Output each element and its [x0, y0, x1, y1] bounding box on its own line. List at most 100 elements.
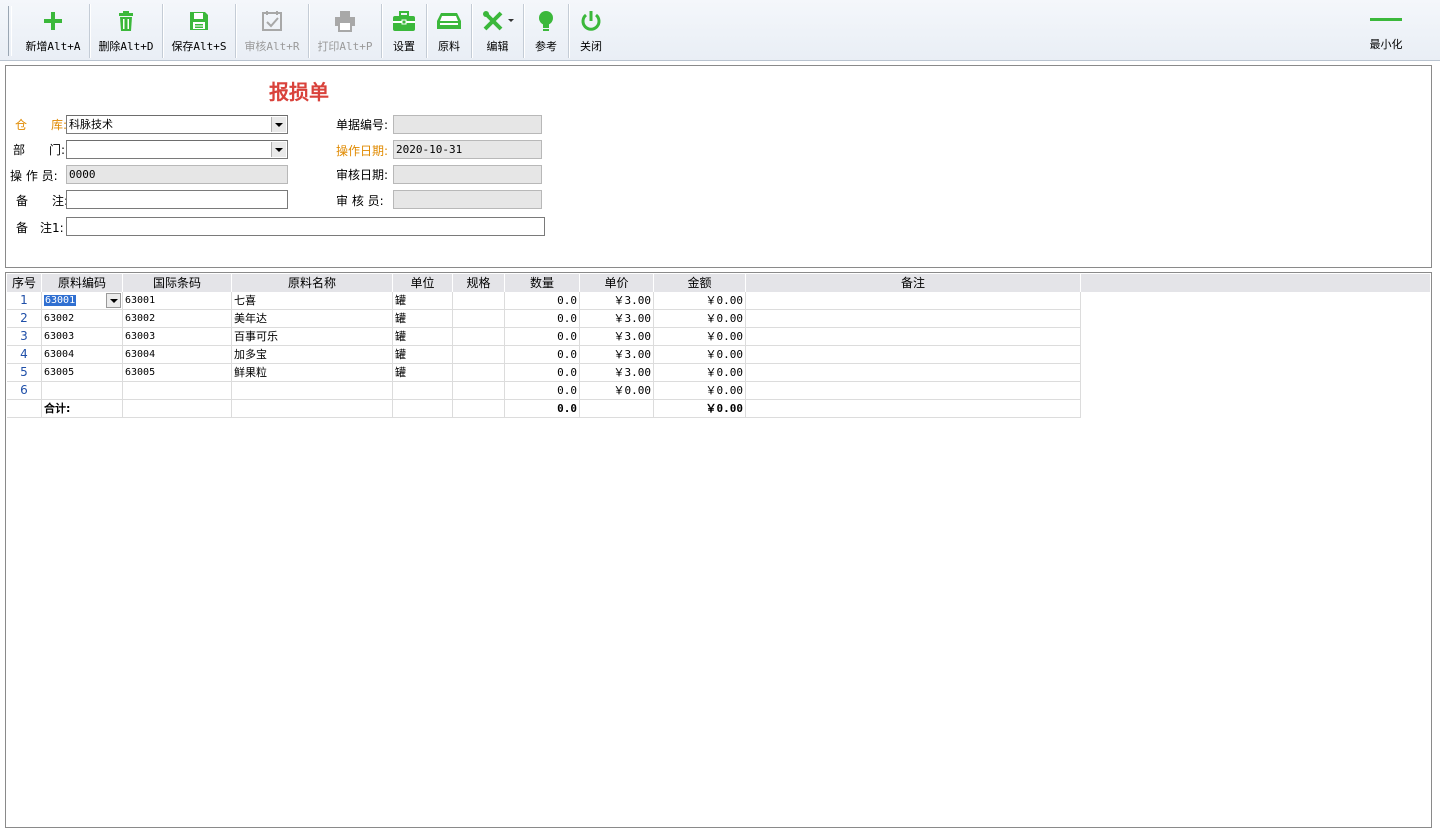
- material-name-cell[interactable]: 美年达: [232, 310, 393, 328]
- amount-cell[interactable]: ￥0.00: [654, 328, 746, 346]
- col-header-index[interactable]: 序号: [7, 274, 42, 292]
- barcode-cell[interactable]: 63001: [123, 292, 232, 310]
- amount-cell[interactable]: ￥0.00: [654, 382, 746, 400]
- amount-cell[interactable]: ￥0.00: [654, 292, 746, 310]
- unit-cell[interactable]: 罐: [393, 328, 453, 346]
- col-header-barcode[interactable]: 国际条码: [123, 274, 232, 292]
- unit-cell[interactable]: 罐: [393, 292, 453, 310]
- price-cell[interactable]: ￥0.00: [580, 382, 654, 400]
- barcode-cell[interactable]: 63002: [123, 310, 232, 328]
- close-button[interactable]: 关闭: [569, 3, 613, 58]
- qty-cell[interactable]: 0.0: [505, 292, 580, 310]
- row-index[interactable]: 6: [7, 382, 42, 400]
- qty-cell[interactable]: 0.0: [505, 346, 580, 364]
- price-cell[interactable]: ￥3.00: [580, 292, 654, 310]
- unit-cell[interactable]: [393, 382, 453, 400]
- add-button[interactable]: 新增Alt+A: [17, 3, 89, 58]
- spec-cell[interactable]: [453, 328, 505, 346]
- remark-cell[interactable]: [746, 382, 1081, 400]
- remark-cell[interactable]: [746, 328, 1081, 346]
- edit-button[interactable]: 编辑: [472, 3, 523, 58]
- remark1-field[interactable]: [66, 217, 545, 236]
- material-name-cell[interactable]: 七喜: [232, 292, 393, 310]
- row-index[interactable]: 1: [7, 292, 42, 310]
- col-header-spec[interactable]: 规格: [453, 274, 505, 292]
- amount-cell[interactable]: ￥0.00: [654, 364, 746, 382]
- spec-cell[interactable]: [453, 382, 505, 400]
- selected-code-text[interactable]: 63001: [44, 295, 77, 306]
- audit-button[interactable]: 审核Alt+R: [236, 3, 308, 58]
- material-code-cell[interactable]: [42, 382, 123, 400]
- doc-no-label: 单据编号:: [336, 118, 389, 132]
- material-button[interactable]: 原料: [427, 3, 471, 58]
- row-index[interactable]: 4: [7, 346, 42, 364]
- department-select[interactable]: [66, 140, 288, 159]
- chevron-down-icon[interactable]: [271, 117, 286, 132]
- row-index[interactable]: 2: [7, 310, 42, 328]
- chevron-down-icon[interactable]: [271, 142, 286, 157]
- reference-button[interactable]: 参考: [524, 3, 568, 58]
- total-empty-cell: [453, 400, 505, 418]
- table-row[interactable]: 1 63001 63001 七喜罐 0.0 ￥3.00 ￥0.00: [7, 292, 1082, 310]
- barcode-cell[interactable]: 63003: [123, 328, 232, 346]
- material-code-cell[interactable]: 63003: [42, 328, 123, 346]
- toolbar: 新增Alt+A 删除Alt+D 保存Alt+S 审核Alt+R 打印Alt+P …: [0, 0, 1440, 61]
- amount-cell[interactable]: ￥0.00: [654, 346, 746, 364]
- warehouse-select[interactable]: 科脉技术: [66, 115, 288, 134]
- barcode-cell[interactable]: 63005: [123, 364, 232, 382]
- print-button[interactable]: 打印Alt+P: [309, 3, 381, 58]
- qty-cell[interactable]: 0.0: [505, 364, 580, 382]
- price-cell[interactable]: ￥3.00: [580, 346, 654, 364]
- chevron-down-icon[interactable]: [106, 293, 121, 308]
- col-header-amount[interactable]: 金额: [654, 274, 746, 292]
- price-cell[interactable]: ￥3.00: [580, 328, 654, 346]
- material-code-cell[interactable]: 63001: [42, 292, 123, 310]
- remark-cell[interactable]: [746, 292, 1081, 310]
- table-row[interactable]: 3 63003 63003 百事可乐罐 0.0 ￥3.00 ￥0.00: [7, 328, 1082, 346]
- spec-cell[interactable]: [453, 364, 505, 382]
- remark-cell[interactable]: [746, 346, 1081, 364]
- price-cell[interactable]: ￥3.00: [580, 364, 654, 382]
- qty-cell[interactable]: 0.0: [505, 382, 580, 400]
- remark-cell[interactable]: [746, 310, 1081, 328]
- col-header-price[interactable]: 单价: [580, 274, 654, 292]
- col-header-name[interactable]: 原料名称: [232, 274, 393, 292]
- material-code-cell[interactable]: 63004: [42, 346, 123, 364]
- save-button[interactable]: 保存Alt+S: [163, 3, 235, 58]
- table-row[interactable]: 2 63002 63002 美年达罐 0.0 ￥3.00 ￥0.00: [7, 310, 1082, 328]
- table-row[interactable]: 6 0.0 ￥0.00 ￥0.00: [7, 382, 1082, 400]
- material-code-cell[interactable]: 63005: [42, 364, 123, 382]
- settings-button[interactable]: 设置: [382, 3, 426, 58]
- col-header-qty[interactable]: 数量: [505, 274, 580, 292]
- row-index[interactable]: 3: [7, 328, 42, 346]
- delete-button[interactable]: 删除Alt+D: [90, 3, 162, 58]
- price-cell[interactable]: ￥3.00: [580, 310, 654, 328]
- unit-cell[interactable]: 罐: [393, 310, 453, 328]
- row-index[interactable]: 5: [7, 364, 42, 382]
- barcode-cell[interactable]: [123, 382, 232, 400]
- qty-cell[interactable]: 0.0: [505, 310, 580, 328]
- col-header-remark[interactable]: 备注: [746, 274, 1081, 292]
- op-date-field[interactable]: 2020-10-31: [393, 140, 542, 159]
- material-name-cell[interactable]: 鲜果粒: [232, 364, 393, 382]
- table-row[interactable]: 5 63005 63005 鲜果粒罐 0.0 ￥3.00 ￥0.00: [7, 364, 1082, 382]
- minimize-button[interactable]: 最小化: [1340, 3, 1432, 58]
- amount-cell[interactable]: ￥0.00: [654, 310, 746, 328]
- col-header-code[interactable]: 原料编码: [42, 274, 123, 292]
- table-row[interactable]: 4 63004 63004 加多宝罐 0.0 ￥3.00 ￥0.00: [7, 346, 1082, 364]
- unit-cell[interactable]: 罐: [393, 364, 453, 382]
- spec-cell[interactable]: [453, 346, 505, 364]
- col-header-unit[interactable]: 单位: [393, 274, 453, 292]
- audit-date-field: [393, 165, 542, 184]
- unit-cell[interactable]: 罐: [393, 346, 453, 364]
- material-name-cell[interactable]: 加多宝: [232, 346, 393, 364]
- material-code-cell[interactable]: 63002: [42, 310, 123, 328]
- qty-cell[interactable]: 0.0: [505, 328, 580, 346]
- material-name-cell[interactable]: [232, 382, 393, 400]
- barcode-cell[interactable]: 63004: [123, 346, 232, 364]
- material-name-cell[interactable]: 百事可乐: [232, 328, 393, 346]
- remark-field[interactable]: [66, 190, 288, 209]
- spec-cell[interactable]: [453, 292, 505, 310]
- remark-cell[interactable]: [746, 364, 1081, 382]
- spec-cell[interactable]: [453, 310, 505, 328]
